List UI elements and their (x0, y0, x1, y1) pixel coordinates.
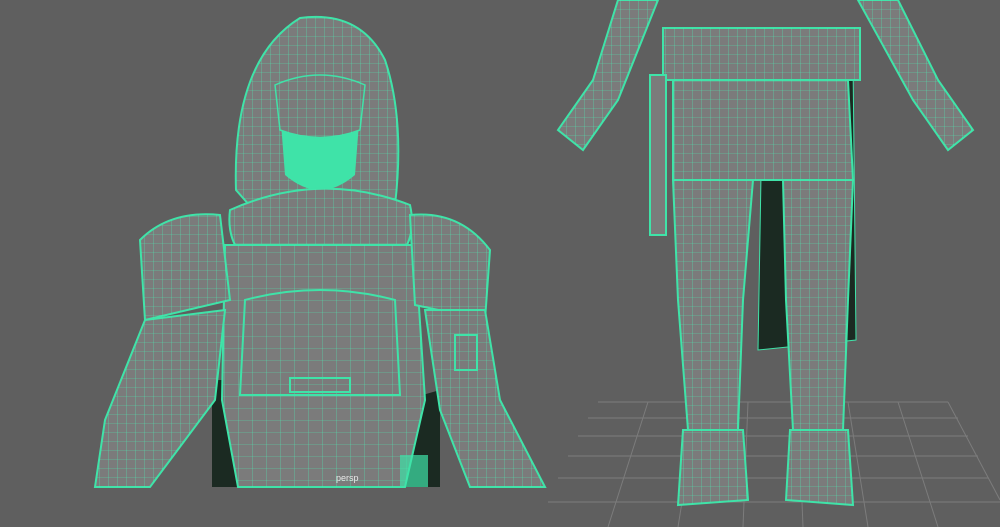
camera-label: persp (336, 473, 359, 483)
viewport-full-body[interactable] (548, 0, 1000, 527)
side-holster (649, 74, 667, 236)
character-wireframe-fullbody (548, 0, 1000, 527)
character-wireframe-closeup (93, 16, 547, 488)
viewport-persp[interactable]: persp (0, 0, 548, 527)
holster (400, 455, 428, 487)
floor-grid (548, 401, 1000, 527)
